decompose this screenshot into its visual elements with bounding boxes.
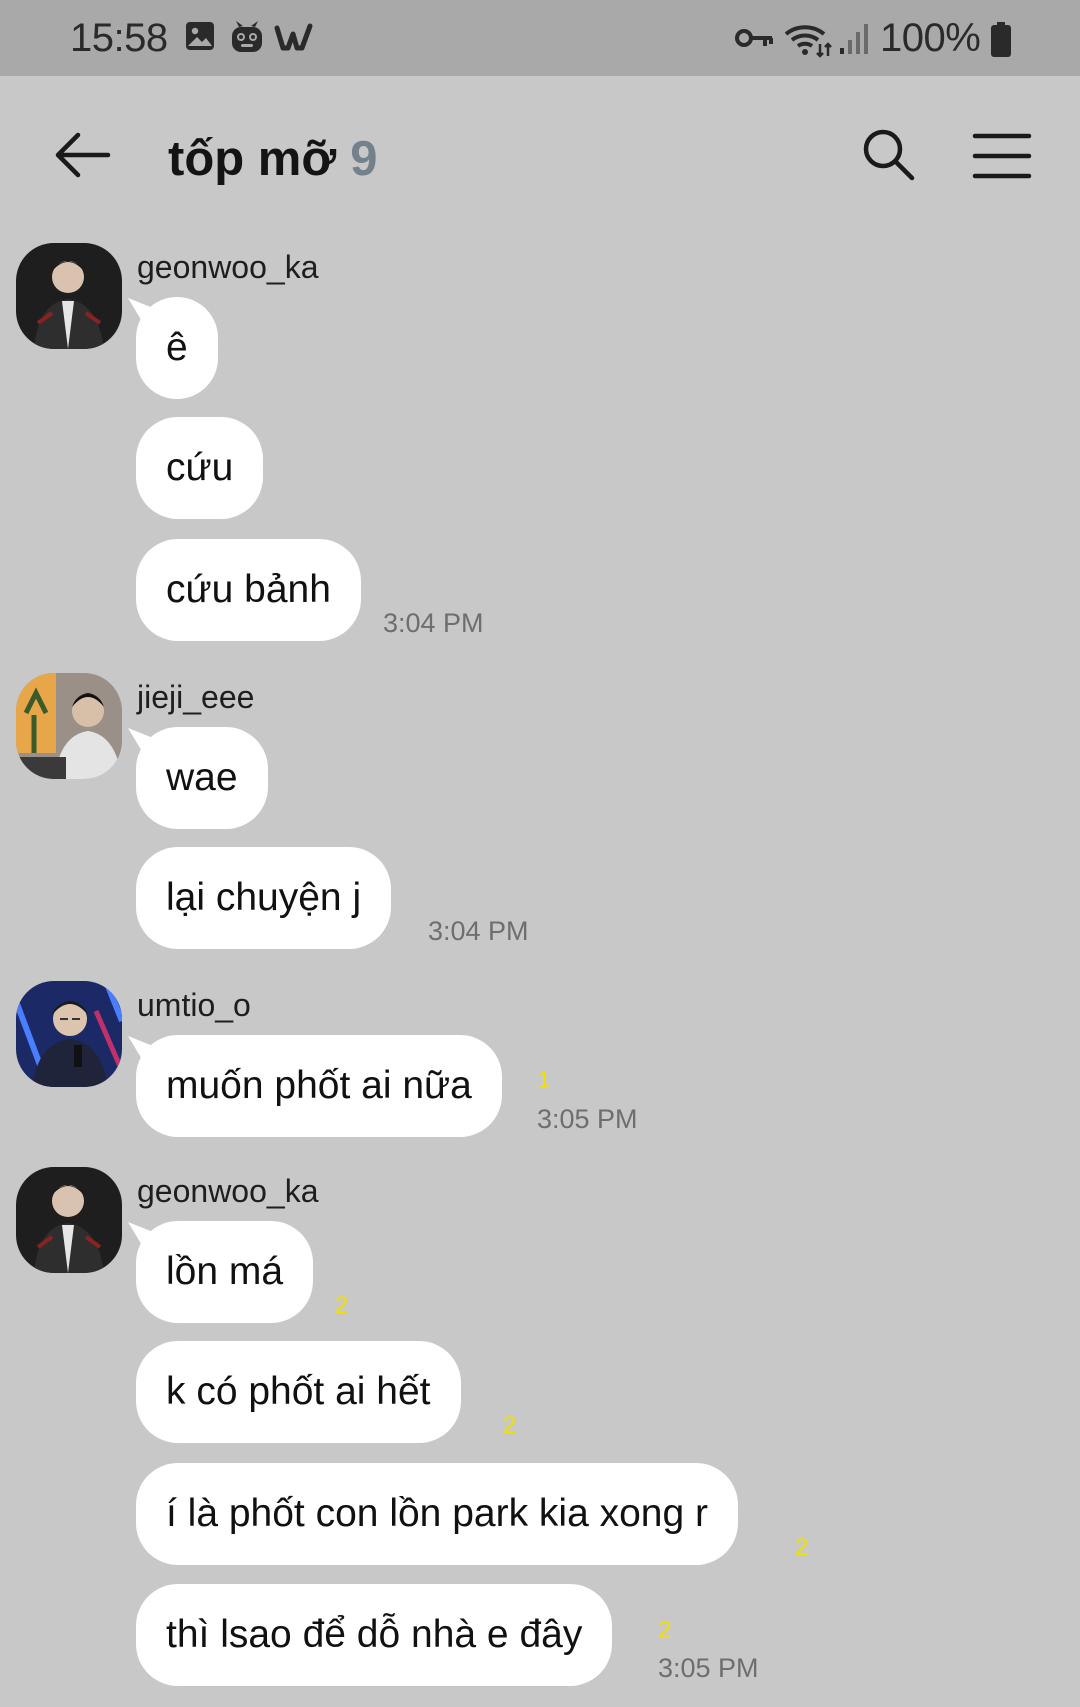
avatar[interactable]: [16, 243, 122, 349]
chat-header: tốp mỡ 9: [0, 76, 1080, 236]
back-arrow-icon[interactable]: [52, 130, 112, 180]
message-bubble[interactable]: lại chuyện j: [136, 847, 392, 949]
wifi-icon: [784, 25, 832, 58]
message-bubble[interactable]: í là phốt con lồn park kia xong r: [136, 1463, 738, 1565]
signal-icon: [840, 24, 868, 54]
avatar[interactable]: [16, 1167, 122, 1273]
message-bubble[interactable]: thì lsao để dỗ nhà e đây: [136, 1584, 613, 1686]
vpn-key-icon: [735, 29, 773, 47]
unread-count: 1: [537, 1067, 551, 1094]
unread-count: 2: [795, 1534, 809, 1561]
battery-percent: 100%: [880, 16, 981, 60]
chat-title-text: tốp mỡ: [168, 132, 337, 186]
sender-name: jieji_eee: [137, 679, 255, 715]
app-mascot-icon: [232, 21, 262, 52]
member-count: 9: [350, 132, 378, 186]
timestamp: 3:05 PM: [537, 1104, 638, 1134]
timestamp: 3:04 PM: [383, 608, 484, 638]
message-bubble[interactable]: wae: [136, 727, 268, 829]
battery-icon: [991, 22, 1011, 57]
webtoon-w-icon: [274, 23, 313, 51]
gallery-icon: [186, 22, 214, 50]
avatar[interactable]: [16, 981, 122, 1087]
status-time: 15:58: [70, 16, 168, 60]
sender-name: geonwoo_ka: [137, 1173, 319, 1209]
sender-name: geonwoo_ka: [137, 249, 319, 285]
sender-name: umtio_o: [137, 987, 251, 1023]
message-bubble[interactable]: muốn phốt ai nữa: [136, 1035, 502, 1137]
chat-title: tốp mỡ 9: [168, 131, 377, 187]
status-bar: 15:58 100%: [0, 0, 1080, 76]
message-bubble[interactable]: lồn má: [136, 1221, 314, 1323]
unread-count: 2: [658, 1617, 672, 1644]
message-bubble[interactable]: ê: [136, 297, 218, 399]
message-bubble[interactable]: k có phốt ai hết: [136, 1341, 461, 1443]
hamburger-menu-icon[interactable]: [972, 132, 1032, 180]
message-bubble[interactable]: cứu: [136, 417, 264, 519]
avatar[interactable]: [16, 673, 122, 779]
message-bubble[interactable]: cứu bảnh: [136, 539, 361, 641]
search-icon[interactable]: [860, 126, 916, 182]
unread-count: 2: [503, 1412, 517, 1439]
timestamp: 3:04 PM: [428, 916, 529, 946]
timestamp: 3:05 PM: [658, 1653, 759, 1683]
unread-count: 2: [335, 1292, 349, 1319]
